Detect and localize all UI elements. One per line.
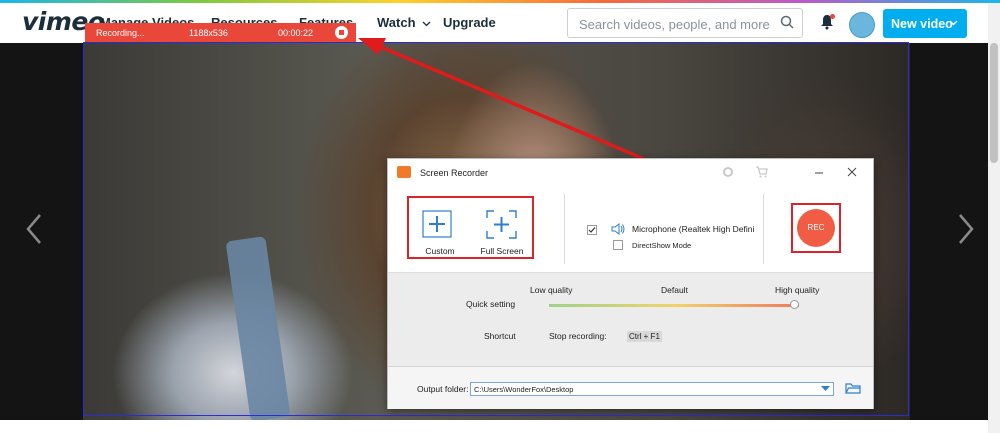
page-scrollbar[interactable] [988, 3, 1000, 433]
stop-shortcut-key[interactable]: Ctrl + F1 [627, 331, 662, 342]
recording-status: Recording... [96, 28, 145, 38]
rec-highlight: REC [791, 203, 841, 253]
search-icon[interactable] [780, 15, 794, 29]
stop-recording-label: Stop recording: [549, 331, 607, 341]
output-folder-label: Output folder: [417, 384, 469, 394]
capture-options: Custom Full Screen Microphone (Realtek H… [388, 186, 873, 272]
dropdown-arrow-icon[interactable] [821, 386, 830, 392]
quick-setting-label: Quick setting [466, 299, 516, 309]
output-settings: Output folder: C:\Users\WonderFox\Deskto… [388, 366, 873, 409]
next-arrow-icon[interactable] [957, 213, 975, 245]
microphone-checkbox[interactable] [587, 225, 597, 235]
directshow-checkbox[interactable] [613, 240, 623, 250]
stop-recording-button[interactable] [335, 26, 348, 39]
minimize-icon[interactable] [814, 165, 824, 179]
chevron-down-icon [949, 20, 958, 26]
shortcut-label: Shortcut [484, 331, 516, 341]
speaker-icon [611, 223, 625, 235]
recording-time: 00:00:22 [278, 28, 314, 38]
app-icon [397, 166, 411, 178]
stop-icon [339, 30, 344, 35]
divider [763, 194, 764, 264]
full-screen-mode-label: Full Screen [480, 246, 524, 256]
output-folder-select[interactable]: C:\Users\WonderFox\Desktop [470, 382, 834, 396]
output-folder-value: C:\Users\WonderFox\Desktop [474, 385, 574, 394]
chevron-down-icon [422, 21, 431, 27]
recording-toolbar: Recording... 1188x536 00:00:22 [85, 23, 356, 42]
search-input[interactable] [577, 10, 781, 38]
directshow-label: DirectShow Mode [632, 241, 692, 250]
notification-dot [830, 14, 835, 19]
custom-region-icon [422, 210, 452, 238]
capture-mode-group: Custom Full Screen [407, 196, 534, 259]
full-screen-icon [486, 210, 517, 239]
nav-watch-label: Watch [377, 15, 416, 30]
window-title: Screen Recorder [420, 168, 489, 178]
default-quality-label: Default [661, 285, 688, 295]
settings-icon[interactable] [721, 165, 735, 179]
title-bar: Screen Recorder [388, 159, 873, 186]
previous-arrow-icon[interactable] [25, 213, 43, 245]
scrollbar-thumb[interactable] [990, 43, 998, 163]
quality-slider[interactable] [549, 300, 799, 309]
high-quality-label: High quality [775, 285, 820, 295]
quality-slider-handle[interactable] [790, 300, 799, 309]
folder-icon[interactable] [845, 381, 861, 395]
quality-settings: Low quality Default High quality Quick s… [388, 272, 873, 367]
microphone-label: Microphone (Realtek High Defini [632, 224, 755, 234]
checkmark-icon [588, 227, 596, 233]
screen-recorder-window: Screen Recorder Custom Full Screen Micro… [387, 158, 874, 409]
custom-mode-label: Custom [425, 246, 455, 256]
avatar[interactable] [849, 12, 875, 38]
rec-button[interactable]: REC [797, 209, 835, 247]
cart-icon[interactable] [755, 165, 769, 179]
search-box[interactable] [567, 8, 803, 38]
close-icon[interactable] [847, 165, 857, 179]
new-video-button[interactable]: New video [883, 9, 967, 38]
nav-upgrade[interactable]: Upgrade [443, 15, 496, 30]
recording-size: 1188x536 [189, 28, 228, 38]
low-quality-label: Low quality [530, 285, 573, 295]
new-video-label: New video [891, 17, 953, 31]
nav-watch[interactable]: Watch [377, 15, 431, 30]
divider [564, 194, 565, 264]
